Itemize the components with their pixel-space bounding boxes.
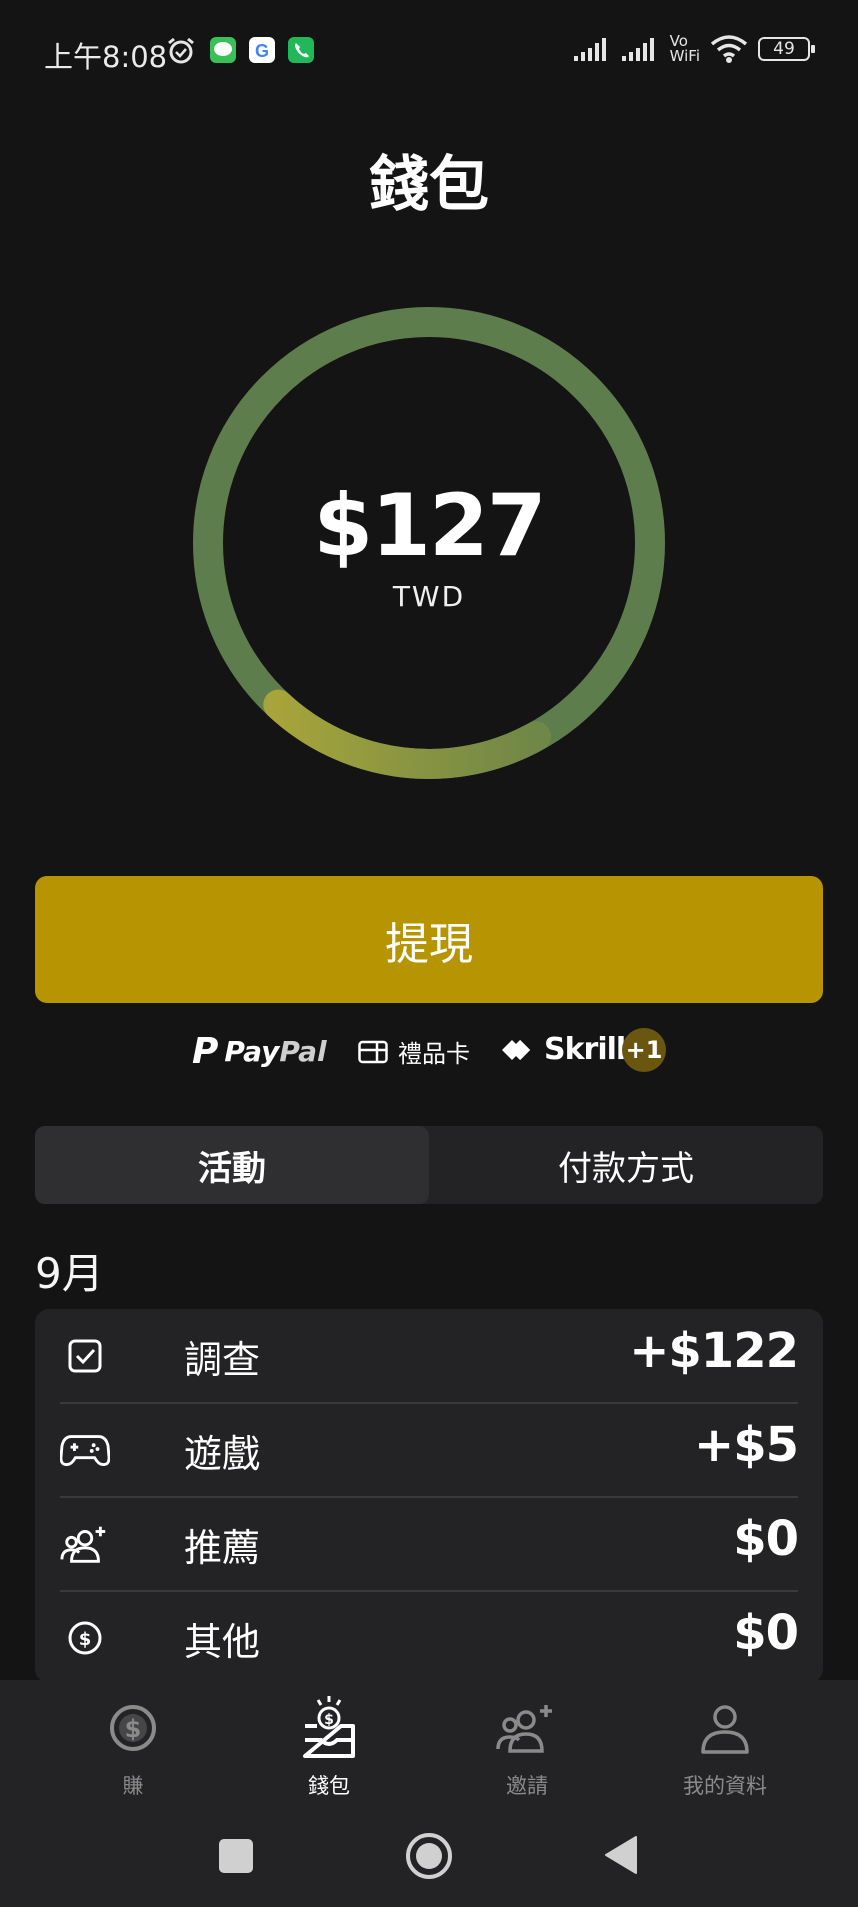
gamepad-icon [60, 1425, 110, 1475]
vowifi-label: Vo WiFi [670, 34, 700, 64]
back-button[interactable] [604, 1835, 638, 1879]
activity-value: +$122 [629, 1323, 799, 1379]
nav-item-earn[interactable]: $ 賺 [34, 1680, 232, 1805]
nav-label-invite: 邀請 [506, 1774, 548, 1798]
giftcard-icon [358, 1040, 388, 1063]
alarm-icon [166, 36, 196, 70]
activity-label: 其他 [184, 1620, 261, 1664]
activity-label: 遊戲 [184, 1432, 261, 1476]
skrill-method: Skrill [502, 1032, 626, 1067]
activity-label: 推薦 [184, 1526, 261, 1570]
tab-payment-methods[interactable]: 付款方式 [429, 1126, 823, 1204]
vowifi-bottom: WiFi [669, 47, 700, 65]
nav-item-wallet[interactable]: $ 錢包 [230, 1680, 428, 1805]
giftcard-method: 禮品卡 [358, 1034, 470, 1069]
battery-level: 49 [773, 39, 795, 59]
wifi-icon [710, 35, 748, 63]
withdraw-button[interactable]: 提現 [35, 876, 823, 1003]
balance-amount: $127 [313, 476, 546, 576]
paypal-logo: P Pay Pal [192, 1030, 327, 1072]
balance-ring-progress [263, 689, 552, 779]
list-item[interactable]: $ 其他 $0 [60, 1591, 799, 1683]
nav-label-profile: 我的資料 [683, 1774, 767, 1798]
nav-label-earn: 賺 [122, 1774, 144, 1798]
svg-text:$: $ [324, 1712, 334, 1728]
list-item[interactable]: 推薦 $0 [60, 1497, 799, 1591]
signal-icon-2 [621, 38, 654, 61]
svg-text:$: $ [125, 1715, 142, 1743]
tab-activity[interactable]: 活動 [35, 1126, 429, 1204]
activity-label: 調查 [184, 1338, 261, 1382]
status-right-icons: Vo WiFi 49 [573, 34, 815, 64]
line-app-icon [209, 36, 237, 68]
activity-value: +$5 [693, 1417, 799, 1473]
nav-item-invite[interactable]: 邀請 [428, 1680, 626, 1805]
invite-icon [428, 1698, 626, 1758]
paypal-text-a: Pay [224, 1034, 280, 1068]
paypal-icon: P [192, 1030, 219, 1072]
giftcard-label: 禮品卡 [398, 1040, 470, 1068]
svg-text:G: G [255, 41, 269, 61]
google-app-icon: G [248, 36, 276, 68]
paypal-text-b: Pal [279, 1034, 327, 1068]
page-title: 錢包 [369, 150, 489, 220]
status-time: 上午8:08 [44, 40, 168, 74]
list-item[interactable]: 遊戲 +$5 [60, 1403, 799, 1497]
activity-value: $0 [733, 1605, 799, 1661]
activity-list: 調查 +$122 遊戲 +$5 推薦 $0 $ 其他 $0 [35, 1309, 823, 1683]
svg-text:$: $ [79, 1629, 92, 1650]
skrill-label: Skrill [544, 1032, 626, 1067]
phone-app-icon [287, 36, 315, 68]
balance-currency: TWD [392, 580, 466, 613]
checkbox-icon [60, 1331, 110, 1381]
battery-icon: 49 [758, 37, 815, 61]
recent-apps-button[interactable] [219, 1839, 253, 1873]
status-bar: 上午8:08 G Vo WiFi 49 [0, 0, 858, 104]
wallet-tabs: 活動 付款方式 [35, 1126, 823, 1204]
month-label: 9月 [35, 1249, 104, 1298]
add-friend-icon [60, 1519, 110, 1569]
dollar-coin-icon: $ [34, 1698, 232, 1758]
dollar-circle-icon: $ [60, 1613, 110, 1663]
bottom-nav: $ 賺 $ 錢包 邀請 我的資料 [0, 1680, 858, 1805]
signal-icon [573, 38, 606, 61]
home-button[interactable] [406, 1833, 452, 1879]
profile-icon [626, 1698, 824, 1758]
wallet-icon: $ [230, 1696, 428, 1758]
more-methods-badge[interactable]: +1 [622, 1028, 666, 1072]
activity-value: $0 [733, 1511, 799, 1567]
list-item[interactable]: 調查 +$122 [60, 1309, 799, 1403]
skrill-icon [502, 1039, 531, 1060]
nav-item-profile[interactable]: 我的資料 [626, 1680, 824, 1805]
payout-methods: P Pay Pal 禮品卡 Skrill +1 [0, 1028, 858, 1074]
system-nav-bar [0, 1805, 858, 1907]
nav-label-wallet: 錢包 [308, 1774, 350, 1798]
